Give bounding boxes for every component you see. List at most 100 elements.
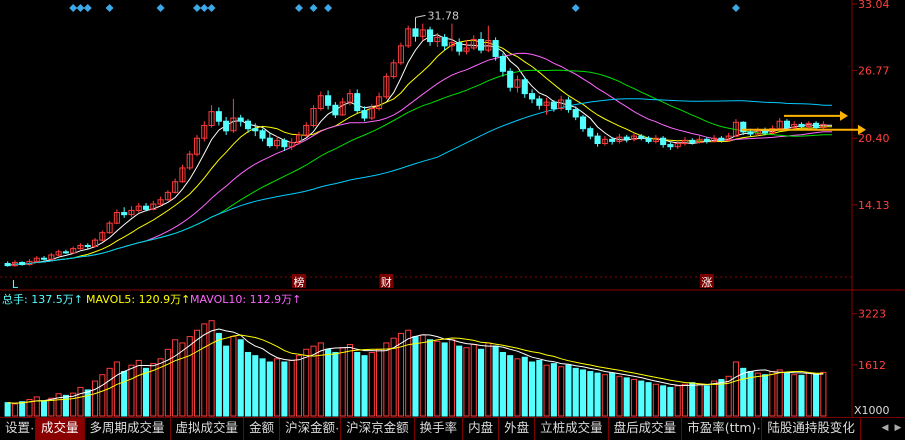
volume-tick-label: 3223 bbox=[858, 308, 886, 321]
candle bbox=[521, 76, 528, 98]
candle bbox=[732, 119, 740, 138]
event-marker-label: 财 bbox=[381, 275, 392, 289]
tab-indicator-dot-icon: • bbox=[30, 426, 35, 433]
volume-bar bbox=[587, 371, 594, 417]
signal-diamond-icon bbox=[69, 4, 78, 12]
volume-bar bbox=[674, 385, 681, 417]
volume-bar bbox=[521, 356, 528, 417]
volume-bar bbox=[703, 385, 710, 417]
candle bbox=[4, 261, 11, 267]
candle-body bbox=[660, 137, 667, 146]
volume-bar bbox=[106, 367, 113, 417]
candle-body bbox=[237, 117, 244, 122]
volume-bar bbox=[594, 372, 601, 417]
volume-bar bbox=[230, 336, 237, 417]
indicator-tab[interactable]: 金额 bbox=[244, 418, 281, 440]
volume-bar bbox=[332, 351, 339, 417]
candle-body bbox=[142, 205, 150, 210]
indicator-tab-label: 陆股通持股变化 bbox=[767, 420, 855, 435]
volume-bar bbox=[616, 375, 623, 417]
candle bbox=[441, 34, 448, 51]
price-tick-label: 26.77 bbox=[858, 65, 890, 78]
volume-bar bbox=[99, 374, 106, 417]
indicator-tab[interactable]: 沪深京金额 bbox=[341, 418, 415, 440]
candle-body bbox=[689, 139, 696, 143]
indicator-tab-label: 设置 bbox=[5, 420, 31, 435]
candle-body bbox=[579, 116, 587, 130]
volume-bar bbox=[4, 402, 11, 417]
candle-body bbox=[354, 93, 361, 112]
indicator-tab[interactable]: 虚拟成交量 bbox=[171, 418, 245, 440]
signal-diamond-icon bbox=[324, 4, 333, 12]
volume-bar bbox=[303, 348, 310, 417]
candle bbox=[492, 37, 499, 61]
candle bbox=[594, 132, 601, 147]
candle-body bbox=[783, 120, 790, 129]
candle-body bbox=[528, 93, 536, 100]
indicator-tab[interactable]: 外盘 bbox=[499, 418, 536, 440]
candle-body bbox=[456, 42, 463, 52]
volume-bar bbox=[441, 342, 448, 417]
candle-body bbox=[325, 95, 332, 106]
indicator-tab[interactable]: 沪深金额 • bbox=[280, 418, 342, 440]
tab-scroll-left-icon[interactable]: ◀ bbox=[880, 418, 890, 438]
candle-body bbox=[332, 104, 339, 116]
candle bbox=[295, 131, 303, 145]
signal-diamond-icon bbox=[207, 4, 216, 12]
indicator-tab[interactable]: 换手率 bbox=[415, 418, 464, 440]
indicator-tab[interactable]: 设置 • bbox=[0, 418, 37, 440]
candle bbox=[623, 135, 630, 143]
candle-body bbox=[441, 36, 448, 47]
indicator-tab[interactable]: 市盈率(ttm) • bbox=[682, 418, 763, 440]
indicator-tab[interactable]: 成交量 bbox=[36, 418, 85, 440]
candle bbox=[376, 92, 383, 111]
volume-bar bbox=[252, 355, 259, 417]
volume-bar bbox=[558, 366, 565, 417]
volume-bar bbox=[645, 382, 652, 417]
volume-total-label: 总手: 137.5万↑ bbox=[2, 292, 83, 306]
indicator-tab[interactable]: 立桩成交量 bbox=[535, 418, 609, 440]
signal-diamond-icon bbox=[731, 4, 740, 12]
candle bbox=[150, 200, 157, 211]
indicator-tab[interactable]: 陆股通持股变化 bbox=[762, 418, 861, 440]
volume-bar bbox=[11, 403, 18, 417]
mavol5-label: MAVOL5: 120.9万↑ bbox=[86, 293, 190, 306]
tab-scroll-right-icon[interactable]: ▶ bbox=[893, 418, 903, 438]
candle bbox=[463, 40, 470, 55]
volume-unit-label: X1000 bbox=[854, 404, 890, 417]
volume-bar bbox=[798, 374, 805, 417]
volume-bar bbox=[295, 355, 303, 417]
candle-body bbox=[638, 135, 645, 139]
indicator-tab[interactable]: 盘后成交量 bbox=[609, 418, 683, 440]
volume-bar bbox=[514, 358, 521, 417]
candle bbox=[725, 132, 732, 142]
candle-body bbox=[62, 251, 69, 254]
candle bbox=[740, 121, 747, 136]
candle-body bbox=[667, 144, 674, 148]
signal-diamond-icon bbox=[193, 4, 202, 12]
candle-body bbox=[215, 111, 222, 122]
candle bbox=[332, 102, 339, 119]
candle bbox=[477, 32, 485, 54]
volume-bar bbox=[448, 339, 455, 417]
volume-bar bbox=[361, 355, 368, 417]
tab-indicator-dot-icon: • bbox=[335, 426, 340, 433]
ma20-line bbox=[7, 52, 832, 267]
ma5-line bbox=[7, 34, 832, 267]
candle bbox=[99, 230, 106, 242]
candle bbox=[230, 98, 237, 133]
price-tick-label: 20.40 bbox=[858, 132, 890, 145]
candlestick-chart[interactable]: 33.04 26.77 20.40 14.13 31.78 榜 财 涨 L 3223 1612 X10… bbox=[0, 0, 905, 417]
volume-bar bbox=[805, 372, 812, 417]
volume-bar bbox=[463, 347, 470, 417]
candle bbox=[674, 140, 681, 149]
indicator-tab[interactable]: 内盘 bbox=[463, 418, 500, 440]
volume-bar bbox=[19, 401, 26, 417]
candle-body bbox=[499, 55, 506, 72]
candle bbox=[91, 238, 99, 248]
indicator-tab-label: 立桩成交量 bbox=[540, 420, 603, 435]
indicator-tab[interactable]: 多周期成交量 bbox=[85, 418, 171, 440]
tab-indicator-dot-icon: • bbox=[756, 426, 761, 433]
indicator-tab-label: 盘后成交量 bbox=[613, 420, 677, 435]
candle bbox=[186, 150, 193, 171]
